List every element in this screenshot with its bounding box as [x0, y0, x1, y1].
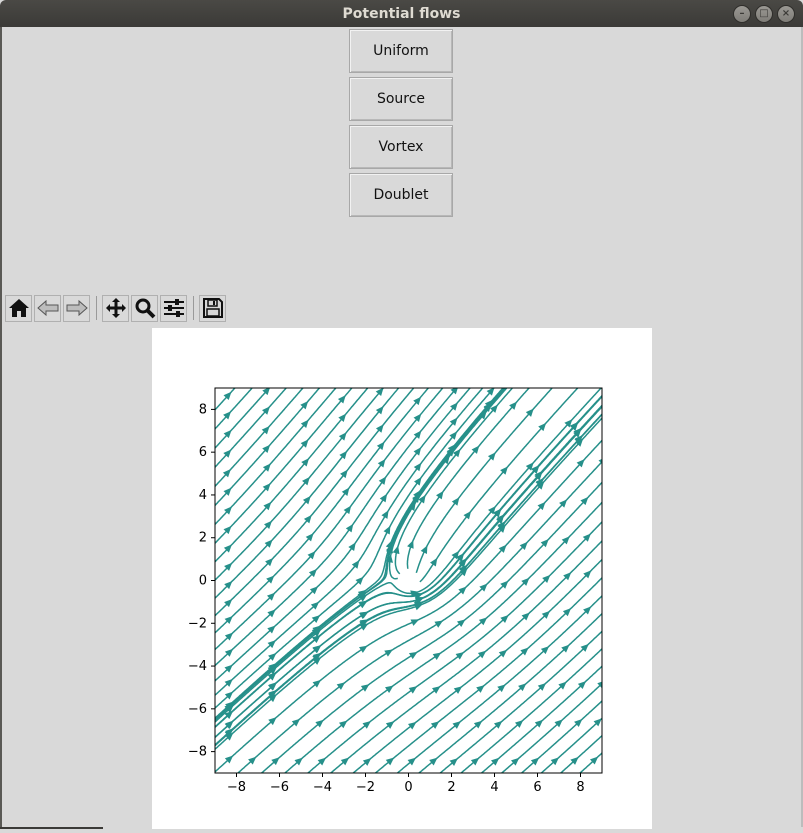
- x-tick-label: 0: [404, 780, 412, 795]
- y-tick-label: −6: [188, 702, 207, 717]
- source-button[interactable]: Source: [349, 77, 453, 121]
- streamline: [559, 734, 602, 773]
- streamline: [396, 594, 602, 773]
- toolbar-separator: [96, 296, 97, 320]
- streamline: [459, 647, 602, 773]
- streamline: [406, 388, 531, 569]
- streamline-arrow: [385, 685, 394, 693]
- streamline-arrow: [407, 540, 414, 549]
- y-tick-label: 0: [199, 574, 207, 589]
- streamline: [215, 388, 254, 431]
- window-titlebar: Potential flows – □ ×: [0, 0, 803, 27]
- x-tick-label: −2: [356, 780, 375, 795]
- streamline-arrow: [392, 545, 400, 555]
- back-icon: [36, 299, 58, 317]
- streamline: [215, 388, 288, 469]
- forward-button[interactable]: [63, 294, 90, 322]
- streamline: [215, 388, 385, 582]
- zoom-button[interactable]: [131, 294, 158, 322]
- toolbar-separator: [193, 296, 194, 320]
- configure-subplots-icon: [163, 299, 184, 317]
- y-tick-label: −8: [188, 745, 207, 760]
- streamline: [329, 539, 602, 773]
- app-window: Uniform Source Vortex Doublet −8 −6 −4 −…: [2, 27, 801, 829]
- streamline: [236, 460, 602, 773]
- streamplot-chart: −8 −6 −4 −2 0 2 4 6 8 −8 −6 −4 −2 0 2 4 6 8: [188, 387, 603, 795]
- uniform-button[interactable]: Uniform: [349, 29, 453, 73]
- streamline-arrow: [408, 651, 418, 660]
- streamline: [215, 388, 236, 411]
- x-tick-label: −4: [313, 780, 332, 795]
- configure-subplots-button[interactable]: [160, 294, 187, 322]
- streamline-arrow: [410, 619, 420, 626]
- streamline-arrow: [429, 557, 438, 567]
- pan-icon: [105, 298, 126, 318]
- y-tick-label: 6: [199, 445, 207, 460]
- minimize-button[interactable]: –: [733, 5, 751, 23]
- y-tick-label: 8: [199, 402, 207, 417]
- x-tick-label: 4: [490, 780, 498, 795]
- pan-button[interactable]: [102, 294, 129, 322]
- streamline: [215, 388, 400, 600]
- x-tick-label: 8: [576, 780, 584, 795]
- streamline-arrow: [414, 477, 422, 486]
- y-tick-label: 2: [199, 531, 207, 546]
- zoom-icon: [135, 298, 155, 319]
- save-icon: [202, 298, 223, 318]
- window-controls: – □ ×: [733, 5, 795, 23]
- streamline: [540, 717, 602, 773]
- streamline: [578, 752, 602, 773]
- streamline-arrow: [434, 620, 444, 628]
- vortex-button[interactable]: Vortex: [349, 125, 453, 169]
- streamline: [520, 699, 602, 773]
- close-button[interactable]: ×: [777, 5, 795, 23]
- window-title: Potential flows: [342, 5, 461, 22]
- streamline-arrow: [408, 686, 418, 694]
- streamline-arrow: [381, 510, 389, 519]
- back-button[interactable]: [34, 294, 61, 322]
- flow-button-column: Uniform Source Vortex Doublet: [349, 29, 455, 221]
- streamline: [215, 388, 271, 450]
- streamline-arrow: [345, 523, 354, 533]
- x-tick-label: −6: [270, 780, 289, 795]
- streamline: [352, 558, 602, 773]
- streamlines-group: [215, 388, 602, 773]
- y-tick-label: −4: [188, 659, 207, 674]
- streamline-arrow: [432, 652, 442, 660]
- streamline: [215, 404, 602, 739]
- x-tick-label: 6: [533, 780, 541, 795]
- home-button[interactable]: [5, 294, 32, 322]
- y-tick-label: 4: [199, 488, 207, 503]
- streamline-arrow: [379, 493, 388, 503]
- streamline-arrow: [384, 649, 393, 657]
- doublet-button[interactable]: Doublet: [349, 173, 453, 217]
- forward-icon: [66, 299, 88, 317]
- maximize-button[interactable]: □: [755, 5, 773, 23]
- streamline-arrow: [359, 645, 368, 653]
- streamline-arrow: [383, 525, 391, 535]
- streamline: [215, 405, 602, 739]
- plot-figure[interactable]: −8 −6 −4 −2 0 2 4 6 8 −8 −6 −4 −2 0 2 4 6 8: [152, 328, 652, 829]
- home-icon: [8, 299, 29, 317]
- x-tick-label: −8: [227, 780, 246, 795]
- streamline-arrow: [420, 545, 428, 555]
- x-tick-label: 2: [447, 780, 455, 795]
- matplotlib-toolbar: [5, 293, 228, 323]
- y-tick-label: −2: [188, 616, 207, 631]
- save-button[interactable]: [199, 294, 226, 322]
- streamline-arrow: [348, 542, 356, 551]
